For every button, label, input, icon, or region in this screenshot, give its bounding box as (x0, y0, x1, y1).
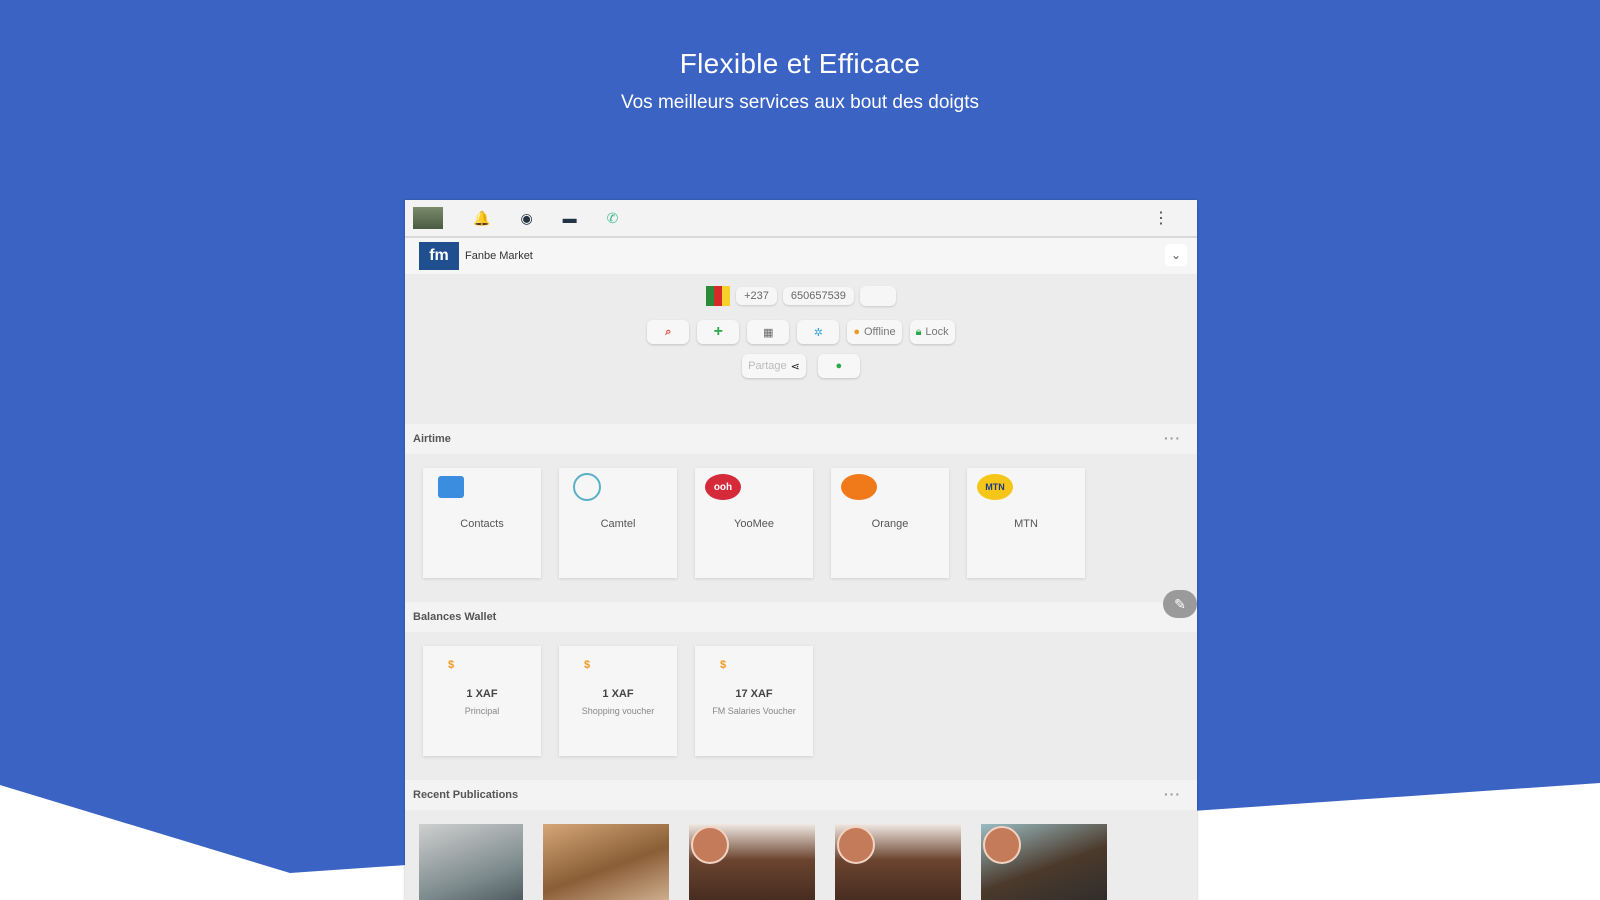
card-label: Orange (871, 518, 909, 530)
hero-title: Flexible et Efficace (679, 48, 921, 79)
calculator-button[interactable]: ▦ (747, 320, 790, 344)
publication-photo[interactable] (981, 824, 1107, 900)
app-name: Fanbe Market (465, 250, 533, 262)
search-icon: ⌕ (665, 325, 672, 338)
wallet-card[interactable]: $ 1 XAF Principal (423, 646, 541, 756)
share-label: Partage (748, 360, 787, 372)
photo-thumbnail[interactable] (413, 207, 443, 229)
offline-toggle[interactable]: ● Offline (847, 320, 902, 344)
wallet-card[interactable]: $ 1 XAF Shopping voucher (559, 646, 677, 756)
avatar (837, 826, 875, 864)
status-bar: 🔔 ◉ ▬ ✆ ⋮ (405, 200, 1197, 238)
app-bar: fm Fanbe Market ⌄ (405, 238, 1197, 274)
gear-icon: ✲ (813, 326, 823, 339)
controls-panel: +237 650657539 ⌕ + ▦ ✲ ● Offline 🔒︎ Lock P… (405, 274, 1197, 424)
wallet-amount: 1 XAF (602, 688, 634, 700)
wallet-label: FM Salaries Voucher (712, 706, 796, 716)
edit-pencil-icon[interactable]: ✎ (1163, 590, 1197, 618)
card-label: Contacts (460, 518, 504, 530)
dollar-icon: $ (447, 659, 455, 671)
orange-icon (841, 474, 877, 500)
publication-photo[interactable] (419, 824, 523, 900)
avatar (691, 826, 729, 864)
card-label: Camtel (600, 518, 636, 530)
plus-icon: + (713, 323, 723, 340)
card-label: MTN (1014, 518, 1038, 530)
wallet-label: Shopping voucher (581, 706, 655, 716)
airtime-more-icon[interactable]: ··· (1164, 430, 1181, 446)
share-button[interactable]: Partage ⋖ (742, 354, 806, 378)
lock-button[interactable]: 🔒︎ Lock (909, 320, 955, 344)
phone-number-field[interactable]: 650657539 (782, 287, 854, 305)
yoomee-icon: ooh (705, 474, 741, 500)
mtn-logo-text: MTN (977, 474, 1013, 500)
wallet-card[interactable]: $ 17 XAF FM Salaries Voucher (695, 646, 813, 756)
settings-button[interactable]: ✲ (797, 320, 840, 344)
share-icon: ⋖ (790, 360, 800, 373)
wallet-amount: 17 XAF (735, 688, 773, 700)
offline-label: Offline (863, 326, 896, 338)
airtime-card-mtn[interactable]: MTN MTN (967, 468, 1085, 578)
hero-subtitle: Vos meilleurs services aux bout des doig… (620, 92, 979, 113)
airtime-card-camtel[interactable]: Camtel (559, 468, 677, 578)
app-logo: fm (419, 242, 459, 270)
yoomee-logo-text: ooh (705, 474, 741, 500)
publications-title: Recent Publications (413, 789, 519, 801)
country-code[interactable]: +237 (736, 287, 777, 305)
calculator-icon: ▦ (763, 326, 774, 339)
airtime-title: Airtime (413, 433, 451, 445)
kebab-menu-icon[interactable]: ⋮ (1153, 208, 1169, 228)
card-label: YooMee (734, 518, 774, 530)
card-icon[interactable]: ▬ (563, 210, 577, 226)
camtel-icon (569, 473, 605, 501)
wallet-amount: 1 XAF (466, 688, 498, 700)
avatar (983, 826, 1021, 864)
airtime-card-orange[interactable]: Orange (831, 468, 949, 578)
chat-icon: ● (835, 360, 843, 372)
airtime-card-contacts[interactable]: Contacts (423, 468, 541, 578)
globe-icon[interactable]: ◉ (520, 210, 532, 227)
airtime-card-yoomee[interactable]: ooh YooMee (695, 468, 813, 578)
wallet-title: Balances Wallet (413, 611, 497, 623)
offline-dot-icon: ● (853, 326, 860, 338)
lock-icon: 🔒︎ (915, 325, 922, 338)
chat-button[interactable]: ● (817, 354, 860, 378)
wallet-label: Principal (464, 706, 500, 716)
publications-list (405, 810, 1197, 900)
wallet-header: Balances Wallet (405, 602, 1197, 632)
wallet-list: $ 1 XAF Principal $ 1 XAF Shopping vouch… (405, 632, 1197, 780)
phone-action-button[interactable] (859, 286, 896, 306)
cameroon-flag-icon[interactable] (706, 286, 731, 306)
chevron-double-down-icon[interactable]: ⌄ (1165, 244, 1187, 266)
publication-photo[interactable] (835, 824, 961, 900)
airtime-header: Airtime ··· (405, 424, 1197, 454)
phone-icon[interactable]: ✆ (607, 210, 619, 227)
hero: Flexible et Efficace Vos meilleurs servi… (0, 48, 1600, 114)
lock-label: Lock (925, 326, 949, 338)
publications-header: Recent Publications ··· (405, 780, 1197, 810)
app-screenshot: 🔔 ◉ ▬ ✆ ⋮ fm Fanbe Market ⌄ +237 6506575… (405, 200, 1197, 900)
publication-photo[interactable] (543, 824, 669, 900)
publication-photo[interactable] (689, 824, 815, 900)
add-button[interactable]: + (697, 320, 740, 344)
airtime-list: Contacts Camtel ooh YooMee Orange MTN MT… (405, 454, 1197, 602)
dollar-icon: $ (583, 659, 591, 671)
contacts-icon (433, 474, 469, 500)
publications-more-icon[interactable]: ··· (1164, 786, 1181, 802)
mtn-icon: MTN (977, 474, 1013, 500)
dollar-icon: $ (719, 659, 727, 671)
bell-icon[interactable]: 🔔 (473, 210, 490, 227)
search-button[interactable]: ⌕ (647, 320, 690, 344)
